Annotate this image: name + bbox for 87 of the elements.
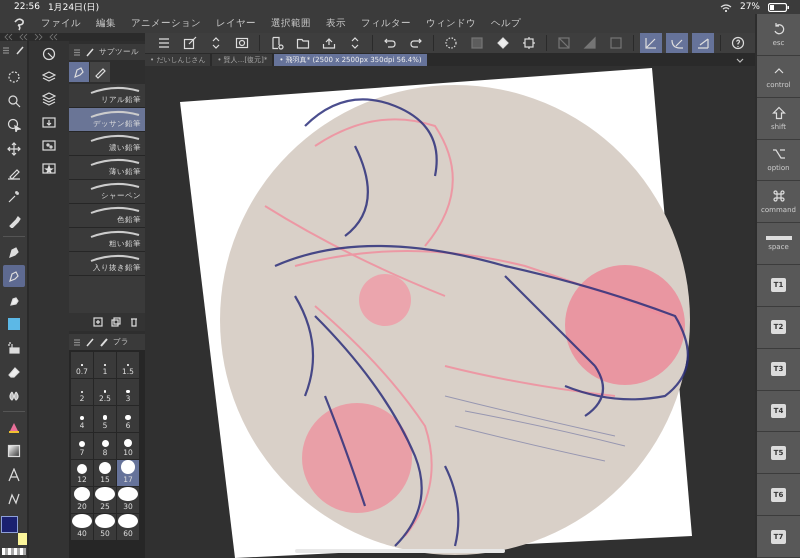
battery-percent: 27%	[740, 2, 760, 12]
collapse-arrows-icon[interactable]	[4, 33, 13, 41]
menu-item[interactable]: 編集	[96, 17, 116, 30]
object-select-icon	[6, 118, 20, 132]
brush-stroke-preview-icon	[89, 254, 141, 262]
expand-arrows-icon[interactable]	[34, 33, 43, 41]
menu-item[interactable]: フィルター	[361, 17, 411, 30]
folder-icon	[296, 36, 310, 50]
crop-square-icon	[522, 36, 536, 50]
dotted-circle-icon	[444, 36, 458, 50]
edit-square-icon	[183, 36, 197, 50]
brush-stroke-preview-icon	[89, 206, 141, 214]
clock-time: 22:56	[14, 2, 40, 12]
battery-icon	[768, 2, 790, 12]
space-bar-icon	[766, 236, 792, 240]
option-key-icon	[772, 147, 786, 162]
pencil-icon[interactable]	[15, 45, 25, 55]
menu-item[interactable]: 表示	[326, 17, 346, 30]
menu-icon[interactable]	[73, 338, 81, 346]
line-snap-icon	[696, 36, 710, 50]
tool-group-tab[interactable]	[90, 62, 110, 82]
fill-bucket-icon	[496, 36, 510, 50]
layer-stack-icon[interactable]	[42, 92, 56, 106]
rotate-arrow-icon	[772, 22, 786, 36]
brush-stroke-preview-icon	[89, 134, 141, 142]
collapse-arrows-icon[interactable]	[49, 33, 58, 41]
menu-item[interactable]: アニメーション	[131, 17, 201, 30]
help-icon	[731, 36, 745, 50]
redo-icon	[409, 36, 423, 50]
blend-drops-icon	[6, 389, 20, 403]
menu-item[interactable]: 選択範囲	[271, 17, 311, 30]
move-icon	[6, 142, 20, 156]
monitor-icon	[235, 36, 249, 50]
pen-icon	[6, 245, 20, 259]
eyedropper-icon	[6, 214, 20, 228]
brush-stroke-preview-icon	[89, 110, 141, 118]
eraser-icon	[6, 365, 20, 379]
add-icon[interactable]	[93, 317, 103, 327]
transparent-color-swatch[interactable]	[2, 548, 26, 555]
save-tray-icon	[322, 36, 336, 50]
pencil-icon	[6, 269, 20, 283]
folder-download-icon[interactable]	[42, 115, 56, 129]
menu-icon[interactable]	[2, 46, 10, 54]
command-key-icon	[772, 189, 786, 204]
square-slash-icon	[557, 36, 571, 50]
pen-nib-icon	[72, 65, 86, 79]
tool-group-tab[interactable]	[69, 62, 89, 82]
brush-stroke-preview-icon	[89, 158, 141, 166]
folder-star-icon[interactable]	[42, 161, 56, 175]
folder-icon[interactable]	[42, 138, 56, 152]
brush-stroke-preview-icon	[89, 182, 141, 190]
layer-square-icon	[470, 36, 484, 50]
text-icon	[6, 468, 20, 482]
tool-button[interactable]	[2, 265, 24, 287]
new-document-icon	[270, 36, 284, 50]
menu-icon	[157, 36, 171, 50]
date-label: 1月24日(日)	[48, 2, 100, 14]
magic-wand-icon	[6, 190, 20, 204]
main-color-swatch[interactable]	[1, 516, 18, 533]
target-icon[interactable]	[42, 47, 56, 61]
menu-item[interactable]: ヘルプ	[491, 17, 521, 30]
brush-stroke-preview-icon	[89, 230, 141, 238]
app-logo-icon[interactable]	[12, 16, 26, 30]
duplicate-icon[interactable]	[111, 317, 121, 327]
lasso-icon	[6, 70, 20, 84]
menu-item[interactable]: レイヤー	[216, 17, 256, 30]
pencil-icon[interactable]	[85, 47, 95, 57]
menu-icon[interactable]	[73, 48, 81, 56]
shift-arrow-icon	[772, 106, 786, 120]
airbrush-icon	[6, 341, 20, 355]
sub-color-swatch[interactable]	[18, 533, 27, 545]
undo-icon	[383, 36, 397, 50]
square-icon	[609, 36, 623, 50]
gradient-square-icon	[6, 444, 20, 458]
wifi-icon	[720, 2, 732, 12]
ruler-snap-icon	[644, 36, 658, 50]
trash-icon[interactable]	[129, 317, 139, 327]
layer-stack-icon[interactable]	[42, 70, 56, 83]
menu-item[interactable]: ウィンドウ	[426, 17, 476, 30]
chevron-down-icon[interactable]	[735, 56, 745, 64]
collapse-arrows-icon[interactable]	[19, 33, 28, 41]
brush-icon[interactable]	[99, 337, 109, 347]
menu-item[interactable]: ファイル	[41, 17, 81, 30]
pencil-icon[interactable]	[85, 337, 95, 347]
brush-stroke-preview-icon	[89, 86, 141, 94]
texture-square-icon	[6, 317, 20, 331]
zoom-icon	[6, 94, 20, 108]
